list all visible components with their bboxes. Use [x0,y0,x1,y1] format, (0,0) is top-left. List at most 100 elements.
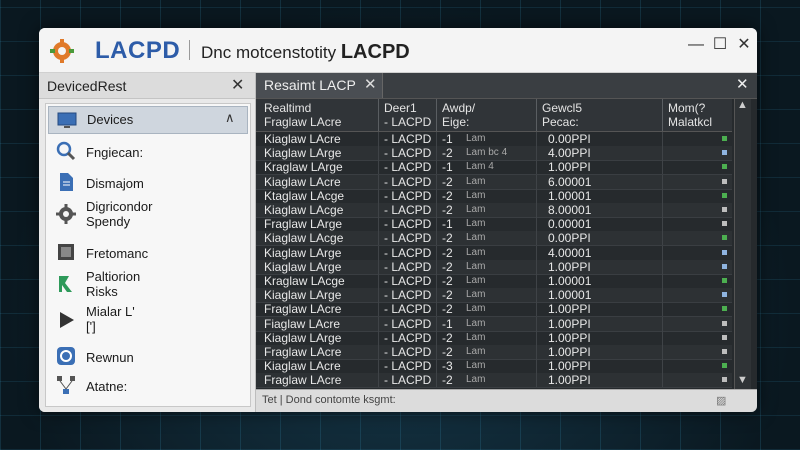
table-row[interactable]: Kraglaw LArge - LACPD -1 Lam 4 1.00PPI [256,160,732,176]
status-indicator-icon [722,306,727,312]
column-divider [536,245,537,260]
table-row[interactable]: Ktaglaw LAcge - LACPD -2 Lam 1.00001 [256,188,732,204]
left-panel-tab[interactable]: DevicedRest ✕ [39,73,255,99]
nav-list: Devices ∧ Fngiecan: Dismajom Digricondor… [45,103,251,407]
table-row[interactable]: Kiaglaw LAcre - LACPD -3 Lam 1.00PPI [256,359,732,375]
table-row[interactable]: Kiaglaw LAcre - LACPD -1 Lam 0.00PPI [256,132,732,147]
window-title-prefix: Dnc motcenstotity [201,43,337,62]
left-panel: DevicedRest ✕ Devices ∧ Fngiecan: Dismaj… [39,73,256,412]
column-divider[interactable] [378,99,379,131]
table-cell: - LACPD [384,302,432,317]
column-header-deer[interactable]: Deer1 - LACPD [384,101,431,129]
table-cell: -1 [442,316,453,331]
table-cell: Kiaglaw LArge [264,330,342,345]
status-indicator-icon [722,278,727,283]
nav-item-atatne[interactable]: Atatne: [48,370,246,400]
close-button[interactable]: ✕ [733,34,755,56]
table-row[interactable]: Kiaglaw LArge - LACPD -2 Lam 1.00PPI [256,330,732,346]
table-row[interactable]: Kiaglaw LAcge - LACPD -2 Lam 8.00001 [256,203,732,218]
nav-item-fngiecan[interactable]: Fngiecan: [48,138,246,166]
tab-close-icon[interactable]: ✕ [364,75,377,93]
scroll-up-icon[interactable]: ▲ [737,99,748,111]
table-cell: Fraglaw LAcre [264,345,342,359]
column-divider [378,146,379,161]
column-divider [536,259,537,274]
column-divider [378,245,379,260]
column-divider [536,146,537,161]
tab-label: Resaimt LACP [264,77,356,93]
column-header-realtimd[interactable]: Realtimd Fraglaw LAcre [264,101,341,129]
table-row[interactable]: Kiaglaw LArge - LACPD -2 Lam bc 4 4.00PPI [256,146,732,162]
nav-item-digricondor[interactable]: Digricondor Spendy [48,196,246,232]
table-row[interactable]: Fraglaw LAcre - LACPD -2 Lam 1.00PPI [256,345,732,360]
tab-resaimt-lacp[interactable]: Resaimt LACP ✕ [256,73,383,98]
table-row[interactable]: Fiaglaw LAcre - LACPD -1 Lam 1.00PPI [256,316,732,332]
scroll-down-icon[interactable]: ▼ [737,374,748,386]
status-indicator-icon [722,249,727,255]
left-panel-close-icon[interactable]: ✕ [231,75,244,95]
nav-item-label: Fretomanc [86,246,149,261]
column-divider[interactable] [536,99,537,131]
column-header-mom[interactable]: Mom(? Malatkcl [668,101,712,129]
nav-item-dismajom[interactable]: Dismajom [48,168,246,196]
table-row[interactable]: Kiaglaw LArge - LACPD -2 Lam 4.00001 [256,245,732,261]
table-cell: Lam [466,317,486,329]
table-cell: -1 [442,160,453,175]
vertical-scrollbar[interactable]: ▲ ▼ [734,99,751,389]
table-cell: Lam [466,275,486,286]
column-divider[interactable] [662,99,663,131]
nav-item-devices[interactable]: Devices ∧ [48,106,248,134]
table-cell: Ktaglaw LAcge [264,188,345,203]
column-divider[interactable] [436,99,437,131]
table-cell: -2 [442,345,453,359]
play-icon [60,312,74,328]
column-header-gewcl[interactable]: Gewcl5 Pecac: [542,101,582,129]
network-icon [59,276,72,292]
status-indicator-icon [722,235,727,241]
nav-item-rewnun[interactable]: Rewnun [48,342,246,370]
table-cell: - LACPD [384,203,432,217]
column-divider [662,302,663,317]
table-row[interactable]: Kraglaw LAcge - LACPD -2 Lam 1.00001 [256,274,732,289]
table-cell: Lam [466,175,486,187]
table-cell: -2 [442,245,453,260]
column-divider [536,330,537,345]
column-divider [536,373,537,388]
header-line: Fraglaw LAcre [264,115,342,129]
nav-item-fretomanc[interactable]: Fretomanc [48,238,246,266]
column-divider [536,203,537,217]
table-cell: -3 [442,359,453,374]
table-row[interactable]: Fraglaw LAcre - LACPD -2 Lam 1.00PPI [256,302,732,318]
nav-item-mialar[interactable]: Mialar L' ['] [48,302,246,338]
table-cell: Lam [466,289,486,301]
minimize-button[interactable]: — [685,34,707,56]
column-header-awdp[interactable]: Awdp/ Eige: [442,101,475,129]
table-row[interactable]: Fraglaw LArge - LACPD -1 Lam 0.00001 [256,217,732,233]
chevron-up-icon[interactable]: ∧ [225,110,235,126]
column-divider [536,316,537,331]
panel-close-icon[interactable]: ✕ [736,75,749,93]
table-cell: Lam [466,204,486,215]
app-window: LACPD Dnc motcenstotity LACPD — ☐ ✕ Devi… [39,28,757,412]
header-line: Deer1 [384,101,417,115]
column-divider [662,174,663,189]
maximize-button[interactable]: ☐ [709,34,731,56]
column-divider [536,188,537,203]
table-row[interactable]: Kiaglaw LArge - LACPD -2 Lam 1.00001 [256,288,732,304]
column-divider [436,203,437,217]
table-cell: Lam [466,189,486,201]
app-logo-icon [50,39,74,63]
table-row[interactable]: Kiaglaw LArge - LACPD -2 Lam 1.00PPI [256,259,732,275]
table-cell: - LACPD [384,132,432,146]
table-cell: 1.00PPI [548,345,591,359]
header-line: Gewcl5 [542,101,583,115]
column-divider [378,330,379,345]
table-row[interactable]: Kiaglaw LAcre - LACPD -2 Lam 6.00001 [256,174,732,190]
nav-item-paltiorion[interactable]: Paltiorion Risks [48,266,246,302]
table-cell: 1.00PPI [548,330,591,345]
resize-grip-icon[interactable]: ▨ [716,394,726,407]
document-icon [60,173,73,191]
status-text: Tet | Dond contomte ksgmt: [262,394,396,406]
table-row[interactable]: Kiaglaw LAcge - LACPD -2 Lam 0.00PPI [256,231,732,247]
table-row[interactable]: Fraglaw LAcre - LACPD -2 Lam 1.00PPI [256,373,732,389]
